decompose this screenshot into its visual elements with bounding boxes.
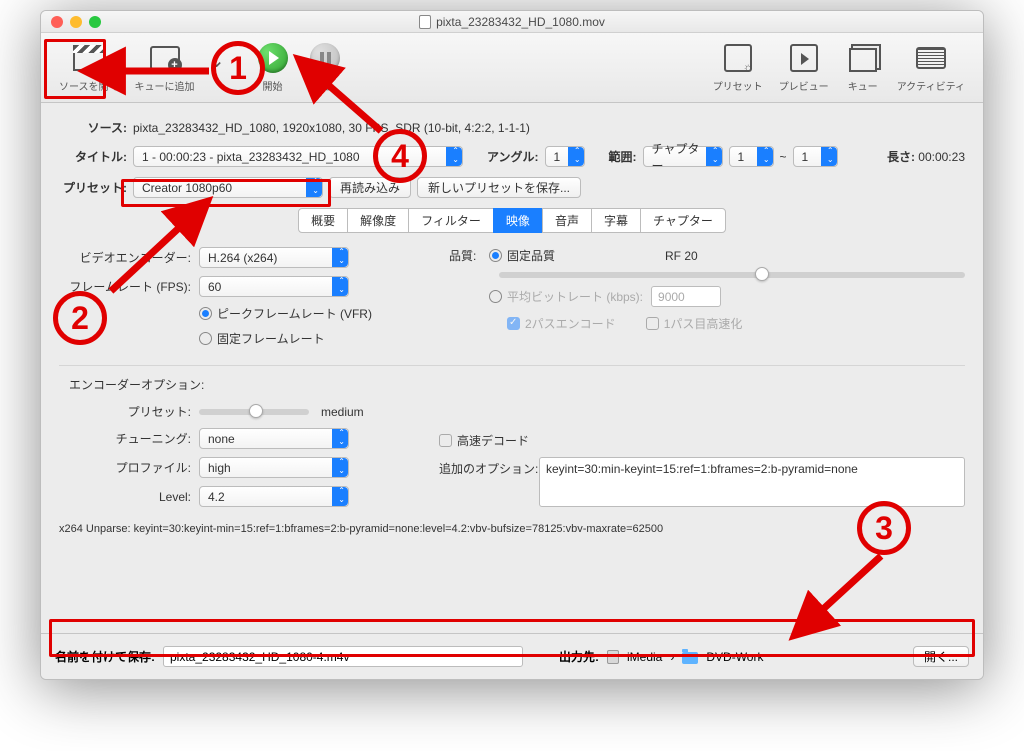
- fps-label: フレームレート (FPS):: [59, 278, 199, 295]
- app-window: pixta_23283432_HD_1080.mov ソースを開く キューに追加…: [40, 10, 984, 680]
- tab-filters[interactable]: フィルター: [408, 208, 494, 233]
- profile-select[interactable]: high: [199, 457, 349, 478]
- filename-input[interactable]: pixta_23283432_HD_1080-4.m4v: [163, 646, 523, 667]
- angle-select[interactable]: 1: [545, 146, 585, 167]
- dest-disk[interactable]: iMedia: [627, 650, 662, 664]
- range-from-select[interactable]: 1: [729, 146, 774, 167]
- queue-menu-button[interactable]: ⌄: [199, 44, 235, 91]
- title-label: タイトル:: [59, 148, 127, 165]
- tab-subtitles[interactable]: 字幕: [591, 208, 641, 233]
- range-type-select[interactable]: チャプター: [643, 146, 723, 167]
- rf-label: RF: [665, 249, 681, 263]
- abr-radio[interactable]: [489, 290, 502, 303]
- source-label: ソース:: [59, 119, 127, 136]
- cfr-radio[interactable]: [199, 332, 212, 345]
- start-button[interactable]: 開始: [255, 42, 291, 93]
- tuning-select[interactable]: none: [199, 428, 349, 449]
- pause-icon: [310, 43, 340, 73]
- tab-dimensions[interactable]: 解像度: [347, 208, 409, 233]
- duration-label: 長さ:: [887, 150, 915, 164]
- add-image-icon: [150, 46, 180, 70]
- fastdecode-check[interactable]: [439, 434, 452, 447]
- encoder-label: ビデオエンコーダー:: [59, 249, 199, 266]
- dest-label: 出力先:: [559, 648, 599, 665]
- queue-button[interactable]: キュー: [845, 42, 881, 93]
- dest-folder[interactable]: DVD-Work: [706, 650, 763, 664]
- preset-icon: [724, 44, 752, 72]
- unparse-text: x264 Unparse: keyint=30:keyint-min=15:re…: [59, 523, 965, 535]
- fps-select[interactable]: 60: [199, 276, 349, 297]
- add-queue-button[interactable]: キューに追加: [135, 42, 195, 93]
- encoder-preset-value: medium: [321, 405, 364, 419]
- preview-button[interactable]: プレビュー: [779, 42, 829, 93]
- clapperboard-icon: [73, 45, 105, 71]
- tab-chapters[interactable]: チャプター: [640, 208, 726, 233]
- encoder-options-heading: エンコーダーオプション:: [69, 376, 965, 393]
- angle-label: アングル:: [487, 148, 539, 165]
- title-select[interactable]: 1 - 00:00:23 - pixta_23283432_HD_1080: [133, 146, 463, 167]
- activity-button[interactable]: アクティビティ: [897, 42, 965, 93]
- folder-icon: [682, 652, 698, 664]
- tab-summary[interactable]: 概要: [298, 208, 348, 233]
- play-icon: [258, 43, 288, 73]
- preview-icon: [790, 44, 818, 72]
- reload-button[interactable]: 再読み込み: [329, 177, 411, 198]
- chevron-down-icon: ⌄: [208, 48, 225, 73]
- titlebar: pixta_23283432_HD_1080.mov: [41, 11, 983, 33]
- duration-value: 00:00:23: [918, 150, 965, 164]
- footer: 名前を付けて保存: pixta_23283432_HD_1080-4.m4v 出…: [41, 633, 983, 679]
- extra-options-input[interactable]: keyint=30:min-keyint=15:ref=1:bframes=2:…: [539, 457, 965, 507]
- range-label: 範囲:: [609, 148, 637, 165]
- tab-audio[interactable]: 音声: [542, 208, 592, 233]
- tabs: 概要 解像度 フィルター 映像 音声 字幕 チャプター: [59, 208, 965, 233]
- document-icon: [419, 15, 431, 29]
- tab-video[interactable]: 映像: [493, 208, 543, 233]
- encoder-select[interactable]: H.264 (x264): [199, 247, 349, 268]
- abr-input: 9000: [651, 286, 721, 307]
- source-text: pixta_23283432_HD_1080, 1920x1080, 30 FP…: [133, 121, 530, 135]
- save-as-label: 名前を付けて保存:: [55, 648, 155, 665]
- rf-value: 20: [684, 249, 697, 263]
- preset-label: プリセット:: [59, 179, 127, 196]
- presets-button[interactable]: プリセット: [713, 42, 763, 93]
- disk-icon: [607, 650, 619, 664]
- browse-button[interactable]: 開く...: [913, 646, 969, 667]
- range-to-select[interactable]: 1: [793, 146, 838, 167]
- cq-radio[interactable]: [489, 249, 502, 262]
- level-select[interactable]: 4.2: [199, 486, 349, 507]
- save-preset-button[interactable]: 新しいプリセットを保存...: [417, 177, 581, 198]
- stop-button[interactable]: 停止: [307, 42, 343, 93]
- vfr-radio[interactable]: [199, 307, 212, 320]
- open-source-button[interactable]: ソースを開く: [59, 42, 119, 93]
- twopass-check: [507, 317, 520, 330]
- queue-icon: [849, 48, 877, 72]
- turbo-check: [646, 317, 659, 330]
- quality-slider[interactable]: [499, 272, 965, 278]
- preset-select[interactable]: Creator 1080p60: [133, 177, 323, 198]
- quality-label: 品質:: [449, 247, 489, 264]
- content-area: ソース: pixta_23283432_HD_1080, 1920x1080, …: [41, 103, 983, 633]
- toolbar: ソースを開く キューに追加 ⌄ 開始 停止 プリセット プレビュー: [41, 33, 983, 103]
- activity-icon: [916, 47, 946, 69]
- window-title: pixta_23283432_HD_1080.mov: [436, 15, 605, 29]
- encoder-preset-slider[interactable]: [199, 409, 309, 415]
